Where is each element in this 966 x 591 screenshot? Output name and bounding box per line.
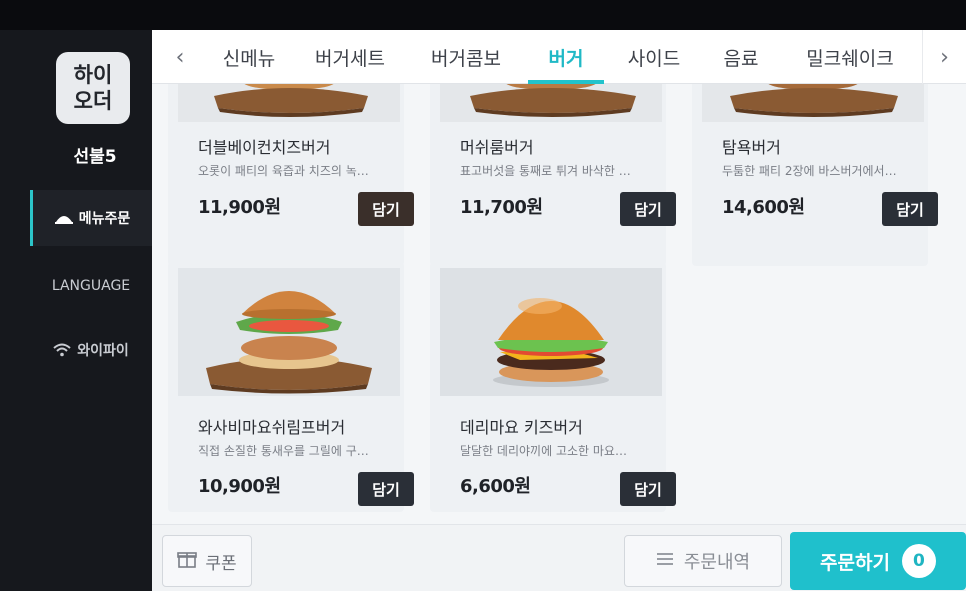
kids-burger-image	[440, 268, 662, 396]
tab-burger-set[interactable]: 버거세트	[302, 30, 398, 84]
burger-image	[178, 84, 400, 122]
menu-grid: 더블베이컨치즈버거 오롯이 패티의 육즙과 치즈의 녹… 11,900원 담기 …	[152, 84, 966, 542]
add-to-cart-button[interactable]: 담기	[620, 192, 676, 226]
menu-item-desc: 표고버섯을 통째로 튀겨 바삭한 …	[460, 164, 631, 178]
chevron-left-icon[interactable]: ‹	[158, 30, 202, 84]
menu-item-price: 14,600원	[722, 197, 805, 218]
menu-item-price: 6,600원	[460, 476, 531, 497]
menu-item-price: 11,900원	[198, 197, 281, 218]
menu-item-name: 더블베이컨치즈버거	[198, 138, 331, 157]
order-history-label: 주문내역	[683, 552, 751, 573]
menu-card[interactable]: 머쉬룸버거 표고버섯을 통째로 튀겨 바삭한 … 11,700원 담기	[430, 84, 676, 266]
gift-box-icon	[177, 549, 198, 574]
menu-item-name: 와사비마요쉬림프버거	[198, 418, 346, 437]
tab-new-menu[interactable]: 신메뉴	[208, 30, 290, 84]
menu-item-name: 탐욕버거	[722, 138, 781, 157]
sidebar-item-label: 와이파이	[77, 343, 129, 359]
tab-burger[interactable]: 버거	[528, 30, 604, 84]
cart-count-badge: 0	[901, 544, 936, 578]
app-logo: 하이 오더	[56, 52, 130, 124]
menu-item-price: 11,700원	[460, 197, 543, 218]
add-to-cart-button[interactable]: 담기	[882, 192, 938, 226]
menu-item-desc: 오롯이 패티의 육즙과 치즈의 녹…	[198, 164, 369, 178]
tab-drink[interactable]: 음료	[708, 30, 774, 84]
coupon-button[interactable]: 쿠폰	[162, 535, 252, 587]
sidebar-item-label: LANGUAGE	[51, 278, 131, 294]
order-history-button[interactable]: 주문내역	[624, 535, 782, 587]
menu-card[interactable]: 데리마요 키즈버거 달달한 데리야끼에 고소한 마요… 6,600원 담기	[430, 262, 676, 512]
category-tab-bar: ‹ 신메뉴 버거세트 버거콤보 버거 사이드 음료 밀크쉐이크 ›	[152, 30, 966, 84]
add-to-cart-button[interactable]: 담기	[620, 472, 676, 506]
menu-item-price: 10,900원	[198, 476, 281, 497]
list-icon	[656, 551, 674, 572]
sidebar-item-language[interactable]: LANGUAGE	[30, 258, 152, 314]
sidebar-item-wifi[interactable]: 와이파이	[30, 322, 152, 378]
burger-image	[702, 84, 924, 122]
place-order-button[interactable]: 주문하기 0	[790, 532, 966, 590]
menu-item-desc: 달달한 데리야끼에 고소한 마요…	[460, 444, 627, 458]
coupon-label: 쿠폰	[205, 553, 237, 574]
device-bezel	[0, 0, 966, 30]
add-to-cart-button[interactable]: 담기	[358, 472, 414, 506]
sidebar-item-label: 메뉴주문	[78, 211, 131, 227]
cloche-icon	[54, 211, 73, 225]
menu-item-name: 머쉬룸버거	[460, 138, 534, 157]
menu-card[interactable]: 와사비마요쉬림프버거 직접 손질한 통새우를 그릴에 구… 10,900원 담기	[168, 262, 414, 512]
menu-item-name: 데리마요 키즈버거	[460, 418, 583, 437]
sidebar-item-menu-order[interactable]: 메뉴주문	[30, 190, 152, 246]
table-name: 선불5	[73, 147, 117, 167]
wifi-icon	[53, 343, 71, 357]
burger-image	[440, 84, 662, 122]
chevron-right-icon[interactable]: ›	[922, 30, 966, 84]
add-to-cart-button[interactable]: 담기	[358, 192, 414, 226]
menu-item-desc: 직접 손질한 통새우를 그릴에 구…	[198, 444, 369, 458]
bottom-action-bar: 쿠폰 주문내역 주문하기 0	[152, 524, 966, 591]
place-order-label: 주문하기	[820, 551, 890, 574]
menu-item-desc: 두툼한 패티 2장에 바스버거에서…	[722, 164, 897, 178]
tab-burger-combo[interactable]: 버거콤보	[418, 30, 514, 84]
logo-text: 하이 오더	[73, 63, 113, 113]
main-screen: ‹ 신메뉴 버거세트 버거콤보 버거 사이드 음료 밀크쉐이크 › 더블베이컨치…	[152, 30, 966, 591]
sidebar: 하이 오더 선불5 메뉴주문 LANGUAGE 와이파이	[0, 30, 152, 591]
menu-card[interactable]: 더블베이컨치즈버거 오롯이 패티의 육즙과 치즈의 녹… 11,900원 담기	[168, 84, 414, 266]
menu-card[interactable]: 탐욕버거 두툼한 패티 2장에 바스버거에서… 14,600원 담기	[692, 84, 938, 266]
tab-side[interactable]: 사이드	[614, 30, 694, 84]
shrimp-burger-image	[178, 268, 400, 396]
tab-milkshake[interactable]: 밀크쉐이크	[788, 30, 912, 84]
